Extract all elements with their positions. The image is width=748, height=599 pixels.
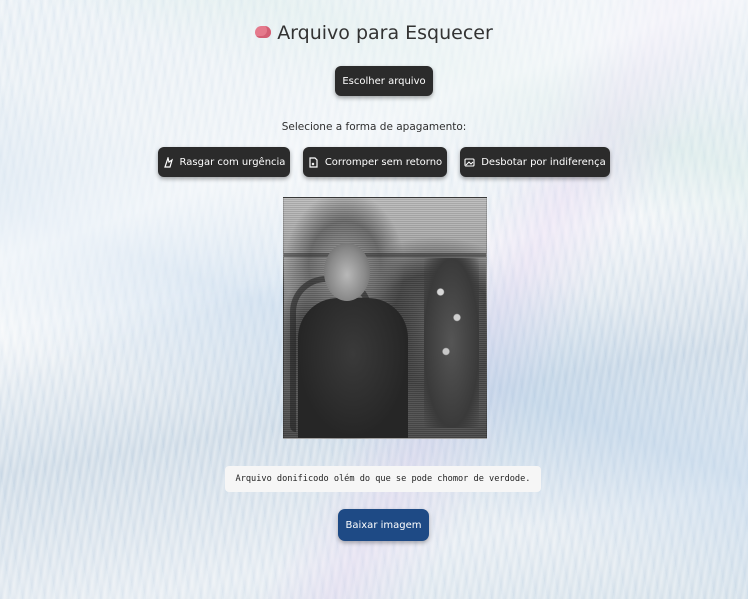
damaged-image-preview xyxy=(283,197,487,439)
page-title-text: Arquivo para Esquecer xyxy=(277,22,493,44)
corrupt-button[interactable]: Corromper sem retorno xyxy=(303,147,447,177)
photo-person-head xyxy=(324,243,370,301)
corrupt-button-label: Corromper sem retorno xyxy=(324,156,443,168)
fade-button-label: Desbotar por indiferença xyxy=(481,156,606,168)
download-button-label: Baixar imagem xyxy=(345,519,422,531)
fade-icon xyxy=(464,157,475,168)
photo-plant xyxy=(424,258,479,428)
corrupt-file-icon xyxy=(308,156,319,168)
brain-icon xyxy=(255,26,272,38)
choose-file-button[interactable]: Escolher arquivo xyxy=(335,66,433,96)
photo-person-body xyxy=(298,298,408,438)
tear-button[interactable]: Rasgar com urgência xyxy=(158,147,290,177)
erase-prompt: Selecione a forma de apagamento: xyxy=(281,121,467,133)
choose-file-label: Escolher arquivo xyxy=(342,75,426,87)
download-image-button[interactable]: Baixar imagem xyxy=(338,509,429,541)
tear-button-label: Rasgar com urgência xyxy=(179,156,286,168)
photo-railing xyxy=(284,253,486,257)
result-caption: Arquivo donificodo olém do que se pode c… xyxy=(225,466,541,492)
page-title: Arquivo para Esquecer xyxy=(0,22,748,44)
tear-icon xyxy=(163,155,174,168)
fade-button[interactable]: Desbotar por indiferença xyxy=(460,147,610,177)
